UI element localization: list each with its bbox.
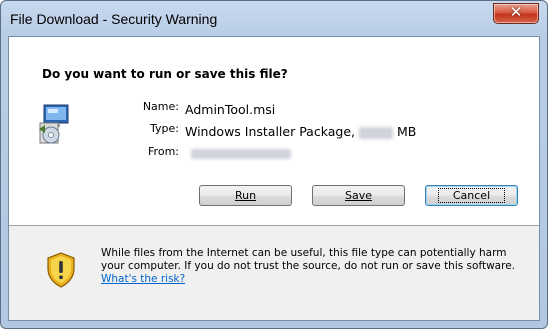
name-label: Name: [142, 100, 179, 113]
close-icon: ✕ [509, 3, 523, 21]
from-value-redacted [191, 149, 291, 159]
type-value-suffix: MB [396, 124, 417, 139]
type-value: Windows Installer Package, MB [185, 124, 416, 139]
cancel-button-label: Cancel [437, 188, 506, 203]
name-value: AdminTool.msi [185, 102, 276, 117]
dialog-body: Do you want to run or save this file? Na… [8, 36, 540, 321]
size-redacted [358, 126, 393, 139]
security-shield-icon [47, 252, 75, 288]
close-button[interactable]: ✕ [493, 3, 539, 24]
warning-text: While files from the Internet can be use… [101, 247, 515, 272]
titlebar[interactable]: File Download - Security Warning ✕ [1, 1, 547, 36]
from-label: From: [148, 145, 179, 158]
whats-the-risk-link[interactable]: What's the risk? [101, 273, 185, 285]
security-warning-window: File Download - Security Warning ✕ Do yo… [0, 0, 548, 329]
window-title: File Download - Security Warning [10, 11, 218, 27]
installer-file-icon [39, 104, 69, 144]
save-button[interactable]: Save [312, 185, 405, 206]
question-heading: Do you want to run or save this file? [42, 67, 288, 81]
type-label: Type: [150, 122, 179, 135]
save-button-label: Save [344, 189, 372, 202]
cancel-button[interactable]: Cancel [425, 185, 518, 206]
run-button-label: Run [234, 189, 257, 202]
warning-message: While files from the Internet can be use… [101, 247, 521, 286]
type-value-prefix: Windows Installer Package, [185, 124, 355, 139]
run-button[interactable]: Run [199, 185, 292, 206]
